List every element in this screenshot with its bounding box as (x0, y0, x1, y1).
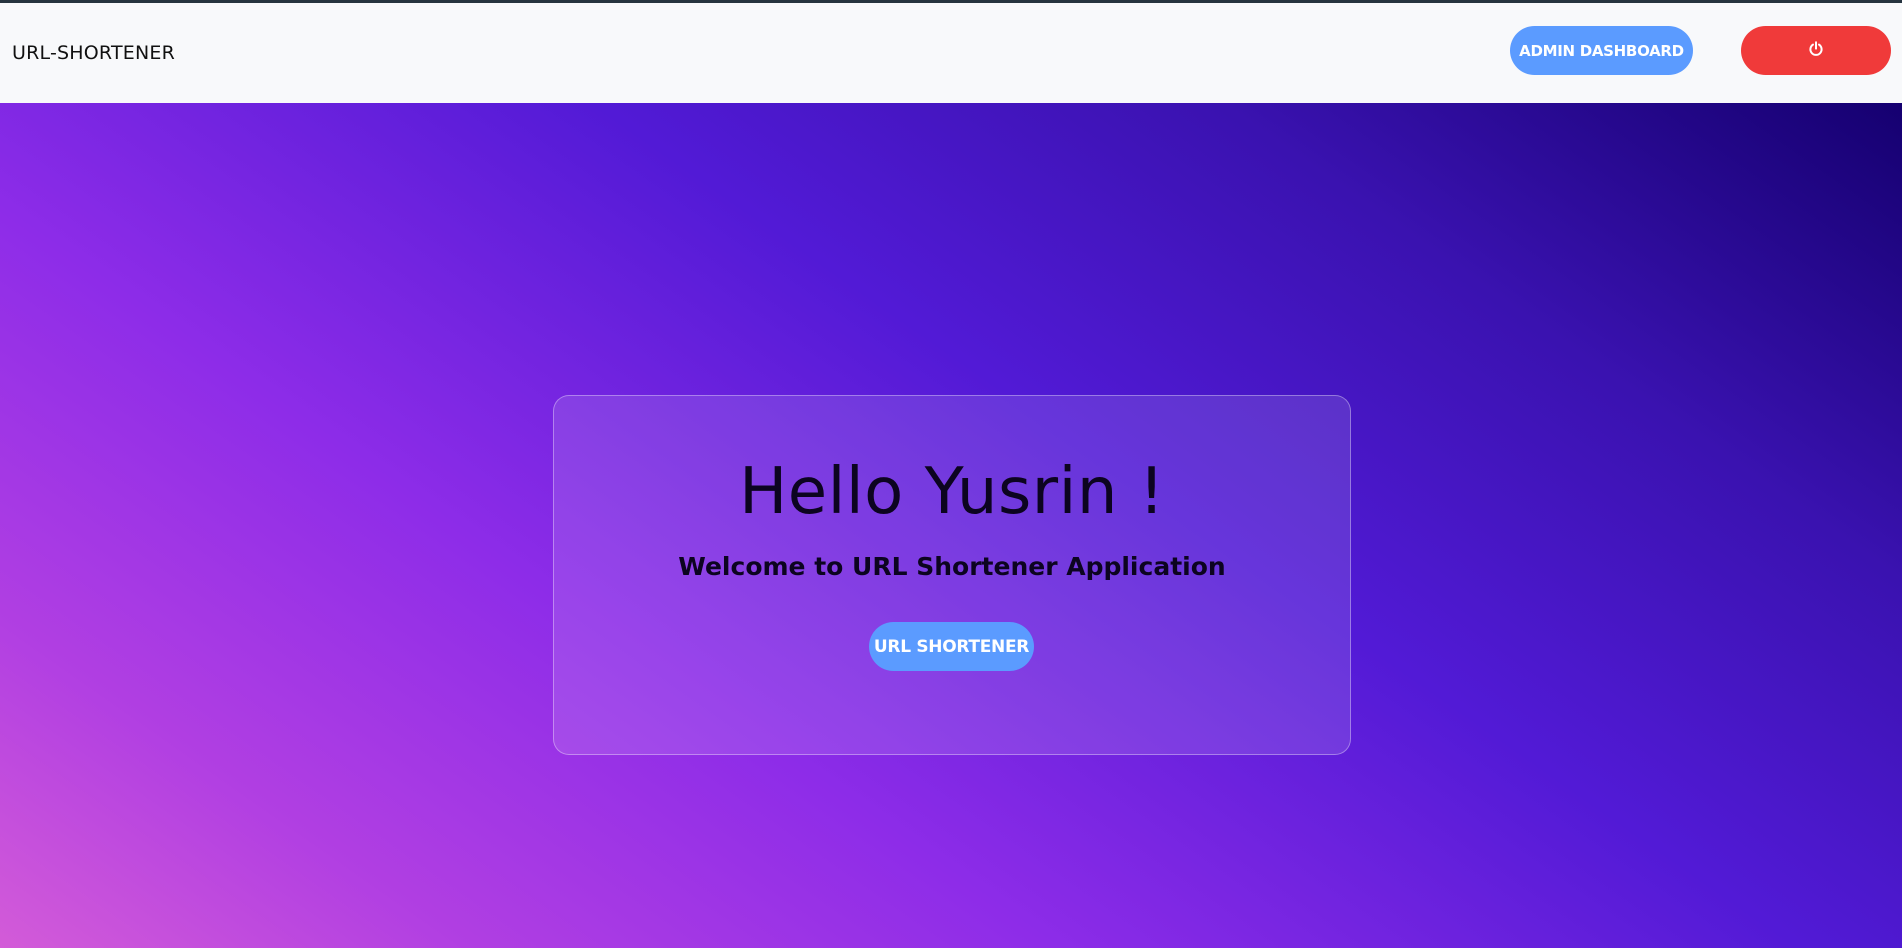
admin-dashboard-button[interactable]: ADMIN DASHBOARD (1510, 26, 1693, 75)
page: URL-SHORTENER ADMIN DASHBOARD Hello Yusr… (0, 0, 1902, 948)
welcome-subtitle: Welcome to URL Shortener Application (678, 552, 1226, 581)
logout-button[interactable] (1741, 26, 1891, 75)
navbar: URL-SHORTENER ADMIN DASHBOARD (0, 3, 1902, 103)
welcome-card: Hello Yusrin ! Welcome to URL Shortener … (553, 395, 1351, 755)
hero-section: Hello Yusrin ! Welcome to URL Shortener … (0, 103, 1902, 948)
url-shortener-button[interactable]: URL SHORTENER (869, 622, 1034, 671)
power-icon (1808, 41, 1824, 60)
brand-title[interactable]: URL-SHORTENER (12, 41, 175, 65)
greeting-heading: Hello Yusrin ! (739, 455, 1165, 529)
